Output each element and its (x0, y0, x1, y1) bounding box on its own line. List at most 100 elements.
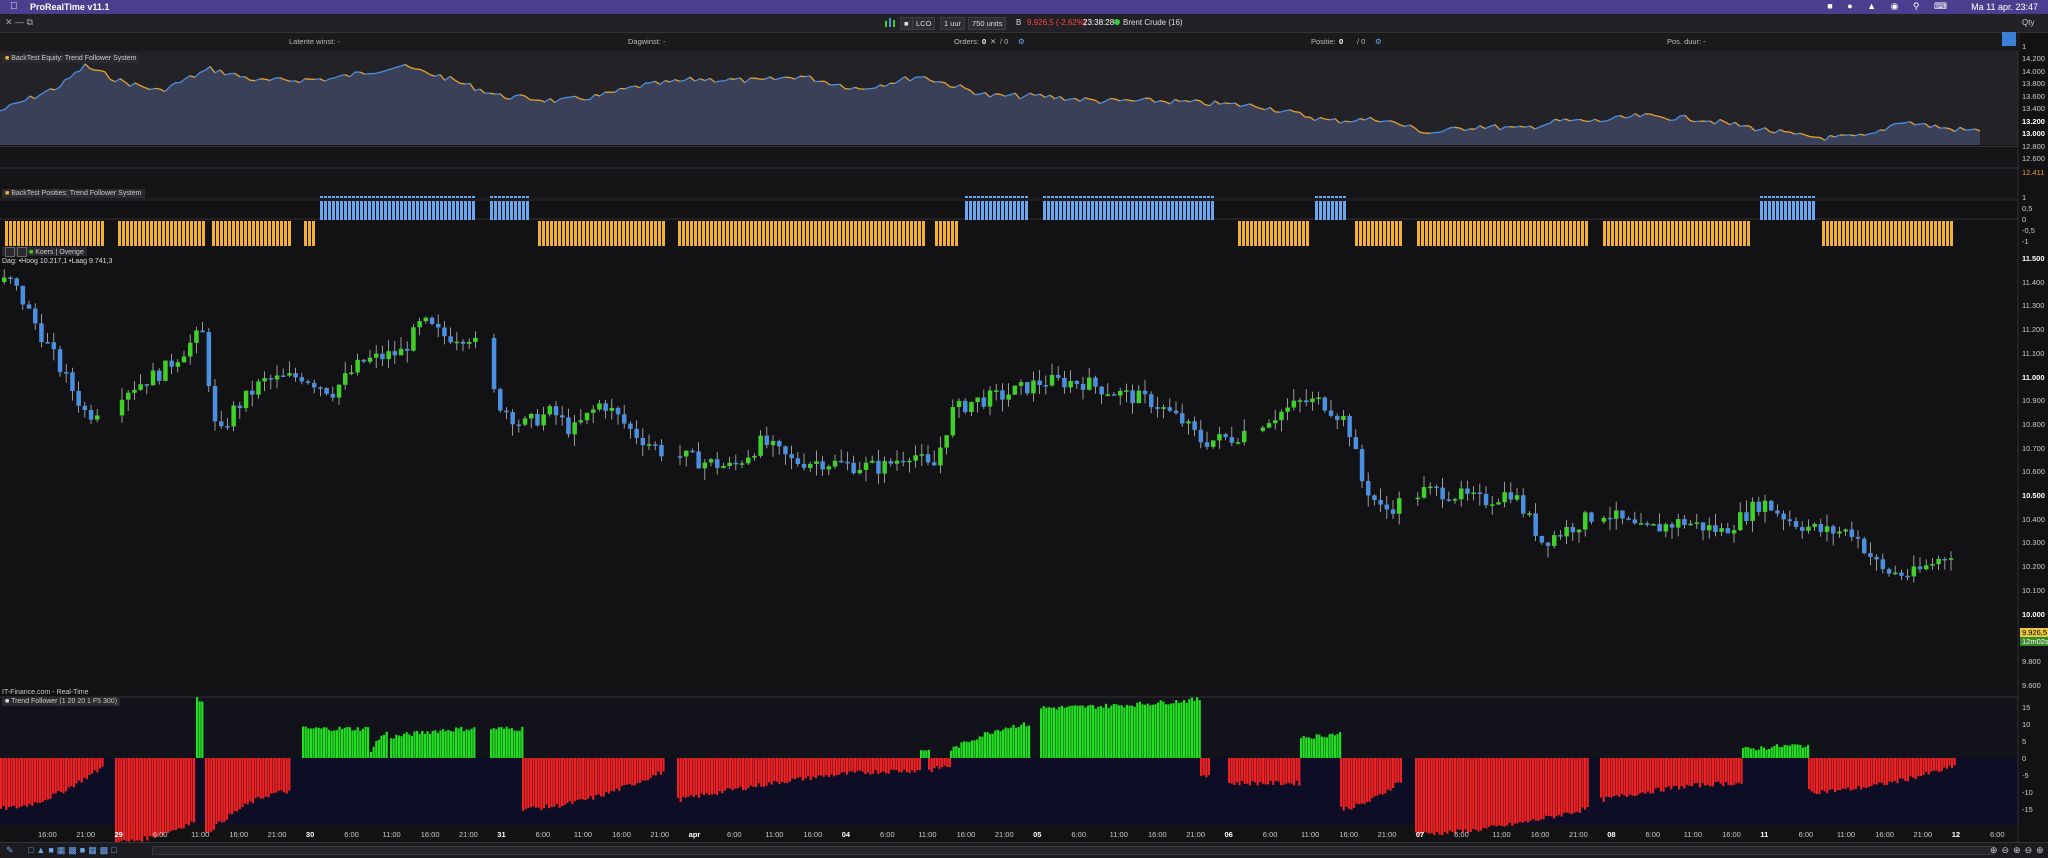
hist-bar-negative (825, 758, 827, 775)
bearish-candle (1540, 536, 1545, 543)
long-position-bar (256, 221, 259, 246)
hist-bar-negative (1829, 758, 1831, 790)
panel-menu-icon[interactable] (5, 247, 15, 257)
indicator-panel-title[interactable]: ■ Trend Follower (1 20 20 1 F5 300) (2, 697, 120, 706)
bearish-candle (1589, 512, 1594, 521)
zoom-controls-icons[interactable]: ⊕⊖⊕⊖⊕ (1990, 845, 2048, 856)
equity-panel-title[interactable]: ■ BackTest Equity: Trend Follower System (2, 54, 139, 63)
long-position-bar (1371, 221, 1374, 246)
equity-segment (865, 89, 870, 90)
hist-bar-negative (283, 758, 285, 792)
long-position-bar (662, 221, 665, 246)
drawing-tool-icon[interactable] (2002, 32, 2016, 46)
hist-bar-positive (925, 751, 927, 759)
window-controls-icon[interactable]: ✕ — ⧉ (5, 17, 33, 28)
hist-bar-negative (1228, 758, 1230, 783)
hist-bar-negative (1629, 758, 1631, 795)
hist-bar-negative (867, 758, 869, 773)
hist-bar-positive (408, 734, 410, 758)
hist-bar-positive (1765, 750, 1767, 758)
tab-koers[interactable]: Koers (35, 249, 53, 256)
hist-bar-negative (1345, 758, 1347, 807)
bullish-candle (1242, 431, 1247, 442)
long-position-bar (726, 221, 729, 246)
hist-bar-negative (1233, 758, 1235, 785)
bullish-candle (1397, 498, 1402, 514)
position-settings-icon[interactable]: ⚙ (1375, 37, 1382, 46)
long-position-bar (678, 221, 681, 246)
long-position-bar (1258, 221, 1261, 246)
bullish-candle (591, 409, 596, 412)
hist-bar-negative (1896, 758, 1898, 783)
price-panel-tabs[interactable]: ■ Koers | Overige (2, 247, 87, 256)
bearish-candle (312, 383, 317, 388)
long-position-bar (1250, 221, 1253, 246)
time-axis-tick: 16:00 (957, 830, 976, 839)
equity-segment (1625, 117, 1630, 118)
equity-segment (1350, 121, 1355, 122)
hist-bar-negative (564, 758, 566, 805)
long-position-bar (17, 221, 20, 246)
hist-bar-positive (325, 728, 327, 759)
time-axis[interactable]: 16:0021:00296:0011:0016:0021:00306:0011:… (0, 830, 2018, 842)
bullish-candle (1261, 428, 1266, 431)
hist-bar-negative (1275, 758, 1277, 781)
price-axes[interactable]: 14.20014.00013.80013.60013.40013.20013.0… (2020, 0, 2048, 842)
long-position-bar (154, 221, 157, 246)
app-title[interactable]: ProRealTime v11.1 (30, 2, 109, 12)
pencil-icon[interactable]: ✎ (6, 845, 14, 856)
horizontal-scrollbar[interactable] (152, 846, 1994, 855)
hist-bar-negative (1379, 758, 1381, 794)
orders-close-icon[interactable]: ✕ (990, 37, 996, 46)
hist-bar-negative (1387, 758, 1389, 790)
hist-bar-positive (318, 728, 320, 758)
hist-bar-negative (789, 758, 791, 782)
hist-bar-positive (336, 730, 338, 758)
hist-bar-negative (267, 758, 269, 797)
bullish-candle (1912, 567, 1917, 577)
hist-bar-negative (1634, 758, 1636, 796)
apple-icon[interactable]:  (10, 1, 18, 12)
positions-panel-title[interactable]: ■ BackTest Posities: Trend Follower Syst… (2, 189, 145, 198)
bullish-candle (758, 436, 763, 456)
long-position-bar (1886, 221, 1889, 246)
color-swatch[interactable]: ■ (900, 17, 913, 30)
bullish-candle (386, 351, 391, 359)
bullish-candle (647, 444, 652, 446)
chart-type-icon[interactable] (885, 17, 895, 27)
long-position-bar (1545, 221, 1548, 246)
long-position-bar (1727, 221, 1730, 246)
tab-overige[interactable]: Overige (59, 249, 84, 256)
bullish-candle (610, 408, 615, 411)
panel-settings-icon[interactable] (17, 247, 27, 257)
bullish-candle (1949, 558, 1954, 560)
hist-bar-negative (1277, 758, 1279, 782)
bullish-candle (256, 381, 261, 394)
interval-select[interactable]: 1 uur (940, 17, 965, 30)
long-position-bar (586, 221, 589, 246)
hist-bar-negative (786, 758, 788, 783)
chart-area[interactable] (0, 51, 2048, 842)
system-tray-icons[interactable]: ■ ● ▲ ◉ ⚲ ⌨ (1827, 1, 1953, 12)
hist-bar-negative (1382, 758, 1384, 795)
hist-bar-negative (711, 758, 713, 794)
hist-bar-negative (55, 758, 57, 794)
units-select[interactable]: 750 units (968, 17, 1006, 30)
equity-segment (1695, 121, 1700, 122)
hist-bar-negative (215, 758, 217, 824)
hist-bar-negative (39, 758, 41, 803)
hist-bar-negative (797, 758, 799, 778)
hist-bar-negative (610, 758, 612, 791)
hist-bar-positive (1144, 705, 1146, 758)
hist-bar-negative (616, 758, 618, 789)
hist-bar-negative (1537, 758, 1539, 821)
instrument-select[interactable]: LCO (912, 17, 935, 30)
bullish-candle (163, 361, 168, 381)
orders-settings-icon[interactable]: ⚙ (1018, 37, 1025, 46)
drawing-tools-icons[interactable]: □▲■▦▩■▦▩□ (28, 845, 120, 856)
equity-segment (1520, 126, 1525, 127)
hist-bar-negative (1621, 758, 1623, 794)
equity-segment (1285, 110, 1290, 111)
hist-bar-negative (843, 758, 845, 772)
divider (0, 198, 2018, 201)
